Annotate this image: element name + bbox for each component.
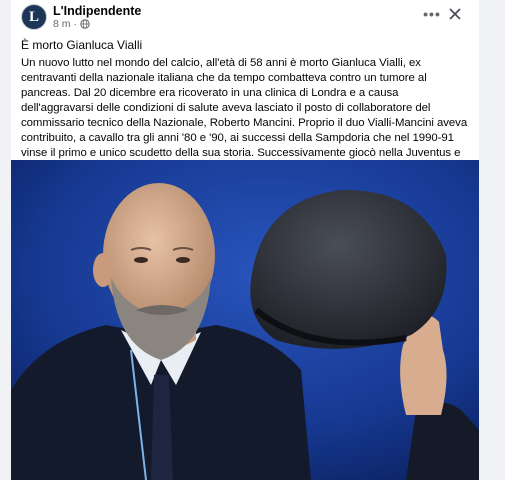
post-card: L L'Indipendente 8 m · ••• È morto Gianl… <box>11 0 479 480</box>
post-photo[interactable] <box>11 160 479 480</box>
post-header: L L'Indipendente 8 m · ••• <box>11 0 479 38</box>
meta-separator: · <box>73 18 78 30</box>
post-title: È morto Gianluca Vialli <box>21 38 143 52</box>
page-name-link[interactable]: L'Indipendente <box>53 4 141 18</box>
more-options-icon[interactable]: ••• <box>422 6 442 22</box>
close-icon[interactable] <box>447 6 463 22</box>
post-timestamp[interactable]: 8 m <box>53 18 71 30</box>
globe-icon <box>80 19 90 29</box>
page-avatar[interactable]: L <box>21 4 47 30</box>
post-meta: 8 m · <box>53 18 90 30</box>
post-body-text: Un nuovo lutto nel mondo del calcio, all… <box>21 57 468 174</box>
